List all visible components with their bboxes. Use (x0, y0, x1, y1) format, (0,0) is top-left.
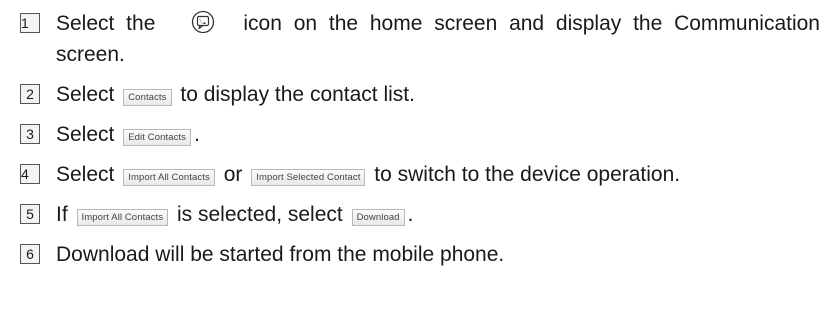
step-text: Select (56, 83, 115, 106)
step-5: 5 If Import All Contacts is selected, se… (20, 199, 820, 230)
contacts-button[interactable]: Contacts (123, 89, 172, 106)
step-number: 3 (20, 124, 40, 144)
step-text: icon on the home screen and display the … (56, 12, 820, 66)
phone-icon (191, 10, 215, 34)
step-1: 1 Select the icon on the home screen and … (20, 8, 820, 70)
step-4: 4 Select Import All Contacts or Import S… (20, 159, 820, 190)
step-text: is selected, select (176, 203, 343, 226)
step-text: Select (56, 123, 115, 146)
step-text: Select (56, 163, 115, 186)
step-text: If (56, 203, 68, 226)
step-text: to display the contact list. (180, 83, 415, 106)
step-number: 1 (20, 13, 40, 33)
step-text: Select the (56, 12, 156, 35)
step-number: 2 (20, 84, 40, 104)
step-text: . (194, 123, 200, 146)
download-button[interactable]: Download (351, 209, 405, 226)
step-number: 6 (20, 244, 40, 264)
step-text: to switch to the device operation. (374, 163, 681, 186)
import-selected-contact-button[interactable]: Import Selected Contact (251, 169, 366, 186)
step-number: 5 (20, 204, 40, 224)
instruction-steps: 1 Select the icon on the home screen and … (20, 8, 820, 279)
step-text: or (223, 163, 243, 186)
import-all-contacts-button[interactable]: Import All Contacts (123, 169, 215, 186)
import-all-contacts-button[interactable]: Import All Contacts (76, 209, 169, 226)
step-text: Download will be started from the mobile… (56, 243, 505, 266)
step-number: 4 (20, 164, 40, 184)
step-3: 3 Select Edit Contacts. (20, 119, 820, 150)
step-text: . (407, 203, 414, 226)
step-6: 6 Download will be started from the mobi… (20, 239, 820, 270)
edit-contacts-button[interactable]: Edit Contacts (123, 129, 192, 146)
step-2: 2 Select Contacts to display the contact… (20, 79, 820, 110)
